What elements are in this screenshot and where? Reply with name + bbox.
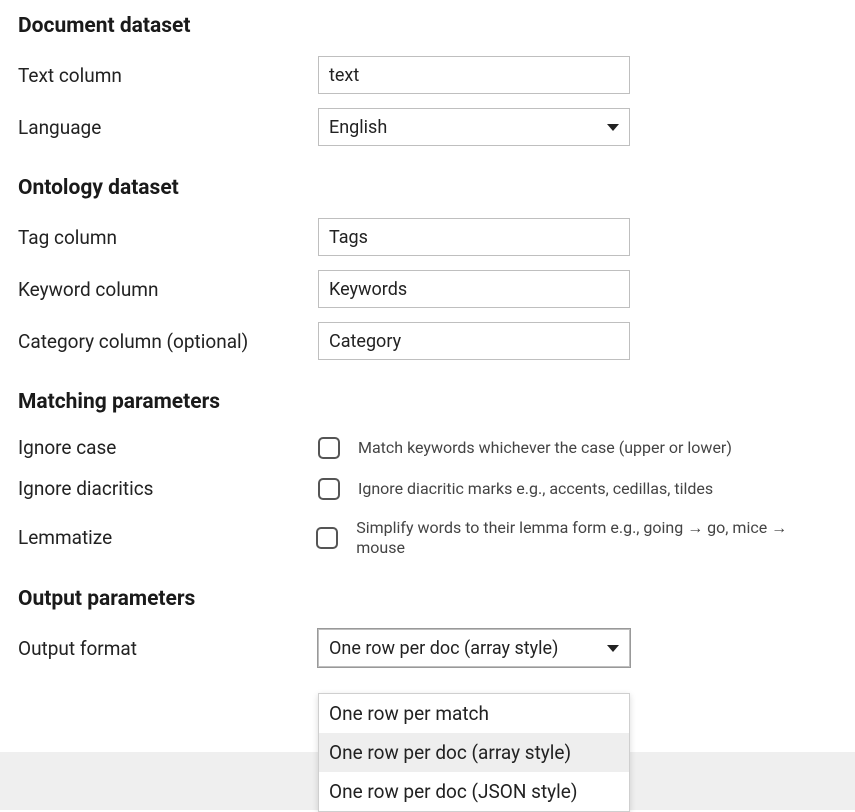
keyword-column-label: Keyword column: [18, 278, 318, 301]
ignore-case-description: Match keywords whichever the case (upper…: [358, 438, 732, 457]
tag-column-input[interactable]: Tags: [318, 218, 630, 256]
language-value: English: [329, 117, 387, 138]
keyword-column-input[interactable]: Keywords: [318, 270, 630, 308]
language-select[interactable]: English: [318, 108, 630, 146]
section-document-dataset: Document dataset: [18, 14, 837, 38]
text-column-value: text: [329, 65, 359, 86]
category-column-value: Category: [329, 331, 401, 352]
ignore-case-label: Ignore case: [18, 436, 318, 459]
language-label: Language: [18, 116, 318, 139]
lemmatize-label: Lemmatize: [18, 526, 316, 549]
keyword-column-value: Keywords: [329, 279, 407, 300]
output-format-value: One row per doc (array style): [329, 638, 558, 659]
output-format-option-one-row-per-doc-json[interactable]: One row per doc (JSON style): [319, 772, 629, 811]
output-format-select[interactable]: One row per doc (array style): [318, 629, 630, 667]
category-column-input[interactable]: Category: [318, 322, 630, 360]
output-format-dropdown: One row per match One row per doc (array…: [318, 693, 630, 812]
ignore-diacritics-description: Ignore diacritic marks e.g., accents, ce…: [358, 479, 713, 498]
ignore-diacritics-label: Ignore diacritics: [18, 477, 318, 500]
section-output-parameters: Output parameters: [18, 587, 837, 611]
tag-column-label: Tag column: [18, 226, 318, 249]
text-column-input[interactable]: text: [318, 56, 630, 94]
ignore-case-checkbox[interactable]: [318, 437, 340, 459]
chevron-down-icon: [607, 645, 619, 652]
chevron-down-icon: [607, 124, 619, 131]
lemmatize-checkbox[interactable]: [316, 527, 338, 549]
lemmatize-description: Simplify words to their lemma form e.g.,…: [356, 518, 837, 557]
tag-column-value: Tags: [329, 227, 368, 248]
section-ontology-dataset: Ontology dataset: [18, 176, 837, 200]
output-format-option-one-row-per-doc-array[interactable]: One row per doc (array style): [319, 733, 629, 772]
output-format-label: Output format: [18, 637, 318, 660]
category-column-label: Category column (optional): [18, 330, 318, 353]
section-matching-parameters: Matching parameters: [18, 390, 837, 414]
ignore-diacritics-checkbox[interactable]: [318, 478, 340, 500]
text-column-label: Text column: [18, 64, 318, 87]
output-format-option-one-row-per-match[interactable]: One row per match: [319, 694, 629, 733]
